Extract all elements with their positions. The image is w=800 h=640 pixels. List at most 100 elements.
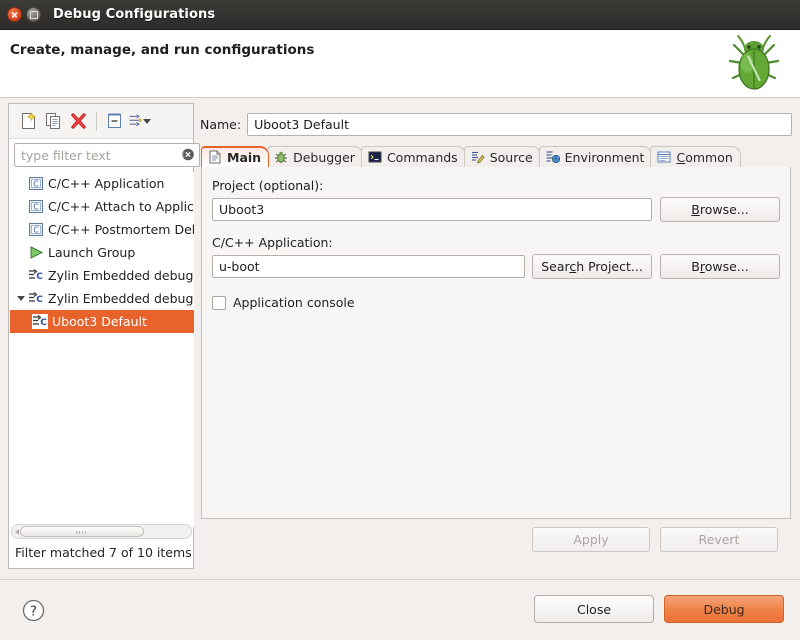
tree-item-zylin-embedded-debug-native[interactable]: C Zylin Embedded debug (Native) [10,287,194,310]
collapse-all-icon [108,113,121,128]
application-label: C/C++ Application: [212,235,333,250]
svg-text:C: C [36,295,43,305]
scrollbar-thumb[interactable] [20,526,144,537]
filter-field-wrapper [14,143,200,167]
tree-twisty-placeholder [14,264,27,287]
application-browse-label: Browse... [691,259,749,274]
tab-debugger[interactable]: Debugger [267,146,363,167]
tree-horizontal-scrollbar[interactable] [11,524,192,539]
duplicate-launch-configuration-button[interactable] [41,109,66,134]
c-app-icon: C [27,199,45,215]
tab-source[interactable]: Source [463,146,541,167]
chevron-down-icon [143,118,151,124]
window-close-button[interactable] [7,7,22,22]
application-console-label: Application console [233,295,355,310]
application-browse-button[interactable]: Browse... [660,254,780,279]
common-list-icon [656,150,672,165]
new-document-icon [22,112,36,129]
tab-common[interactable]: Common [650,146,741,167]
tree-twisty-placeholder [14,241,27,264]
tree-twisty-placeholder [14,195,27,218]
apply-button[interactable]: Apply [532,527,650,552]
toolbar-separator [96,111,97,131]
name-row: Name: [200,112,792,136]
configuration-tab-bar: Main Debugger Commands Source Environment Com… [201,146,791,168]
dialog-banner: Create, manage, and run configurations [0,30,800,98]
zylin-debug-icon: C [31,314,49,330]
zylin-debug-icon: C [27,291,45,307]
tree-item-c-c-application[interactable]: C C/C++ Application [10,172,194,195]
revert-button[interactable]: Revert [660,527,778,552]
debug-button[interactable]: Debug [664,595,784,623]
tab-commands[interactable]: Commands [360,146,466,167]
window-title: Debug Configurations [53,7,216,22]
new-launch-configuration-button[interactable] [16,109,41,134]
tree-item-label: C/C++ Application [48,176,165,191]
window-maximize-button[interactable] [26,7,41,22]
svg-text:C: C [40,318,47,328]
search-project-button[interactable]: Search Project... [532,254,652,279]
copy-document-icon [46,113,60,129]
tree-twisty-placeholder [14,172,27,195]
source-pencil-icon [470,150,486,165]
search-project-label: Search Project... [541,259,643,274]
environment-icon [545,150,561,165]
configuration-editor-panel: Name: Main Debugger Commands Source Environm… [200,103,792,569]
apply-revert-row: Apply Revert [200,527,792,557]
green-play-icon [27,245,45,261]
tree-item-launch-group[interactable]: Launch Group [10,241,194,264]
clear-circle-x-icon[interactable] [180,147,195,162]
tree-item-zylin-embedded-debug-cygwin[interactable]: C Zylin Embedded debug (Cygwin) [10,264,194,287]
svg-text:C: C [33,180,39,189]
terminal-icon [367,150,383,165]
filter-launch-configurations-button[interactable] [127,109,152,134]
application-console-checkbox-row[interactable]: Application console [212,295,355,310]
project-browse-button[interactable]: Browse... [660,197,780,222]
page-title: Create, manage, and run configurations [10,42,315,58]
tab-label: Debugger [293,149,355,165]
collapse-all-button[interactable] [102,109,127,134]
debugger-bug-icon [273,150,289,165]
help-question-icon[interactable]: ? [22,599,45,622]
green-bug-icon [728,35,780,90]
project-label: Project (optional): [212,178,324,193]
filter-input[interactable] [14,143,200,167]
svg-text:C: C [33,226,39,235]
tree-item-c-c-postmortem-debugger[interactable]: C C/C++ Postmortem Debugger [10,218,194,241]
tree-item-label: Zylin Embedded debug (Native) [48,291,194,306]
scroll-left-arrow-icon[interactable] [15,529,19,535]
tree-item-label: Zylin Embedded debug (Cygwin) [48,268,194,283]
delete-red-x-icon [71,113,86,129]
tree-item-label: C/C++ Postmortem Debugger [48,222,194,237]
configuration-name-input[interactable] [247,112,792,136]
project-input[interactable] [212,198,652,221]
tab-label: Common [676,149,733,165]
tree-toolbar [9,104,193,139]
application-console-checkbox[interactable] [212,295,226,310]
c-app-icon: C [27,222,45,238]
filter-arrows-icon [129,114,142,127]
tab-label: Source [489,149,533,165]
launch-configurations-tree[interactable]: C C/C++ Application C C/C++ Attach to Appli… [10,172,194,527]
application-input[interactable] [212,255,525,278]
zylin-debug-icon: C [27,268,45,284]
filter-status-text: Filter matched 7 of 10 items [15,545,192,560]
tree-item-uboot3-default[interactable]: C Uboot3 Default [10,310,194,333]
delete-launch-configuration-button[interactable] [66,109,91,134]
tree-item-label: Uboot3 Default [52,314,147,329]
tab-label: Main [227,149,262,165]
close-button[interactable]: Close [534,595,654,623]
tree-item-c-c-attach-to-application[interactable]: C C/C++ Attach to Application [10,195,194,218]
tab-environment[interactable]: Environment [538,146,653,167]
tree-item-label: C/C++ Attach to Application [48,199,194,214]
main-tab-panel: Project (optional): Browse... C/C++ Appl… [201,167,791,519]
svg-text:C: C [36,272,43,282]
tree-twisty-placeholder [14,218,27,241]
launch-configurations-panel: C C/C++ Application C C/C++ Attach to Appli… [8,103,200,569]
dialog-body: C C/C++ Application C C/C++ Attach to Appli… [0,99,800,579]
document-icon [207,150,223,165]
project-browse-label: Browse... [691,202,749,217]
c-app-icon: C [27,176,45,192]
tree-expand-arrow-icon[interactable] [14,287,27,310]
tab-main[interactable]: Main [201,146,270,167]
